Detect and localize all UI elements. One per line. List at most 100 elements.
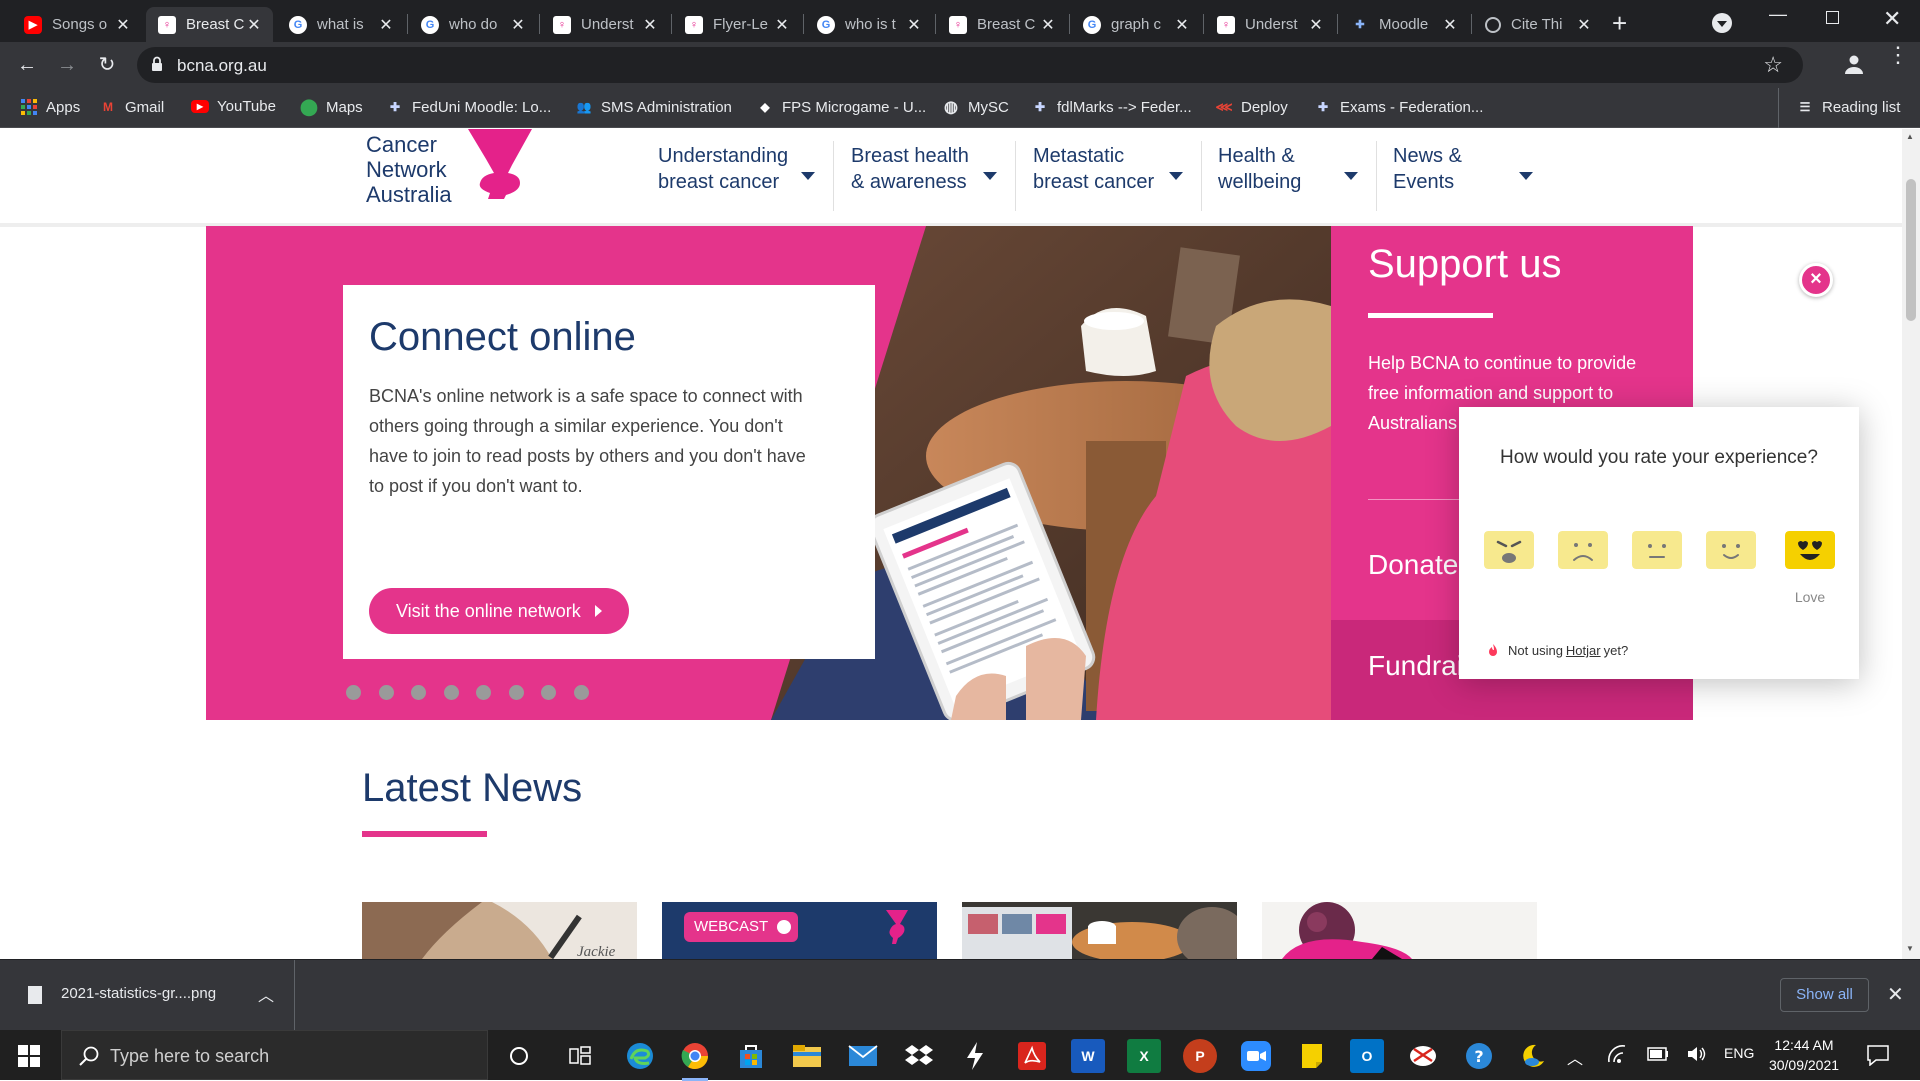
word-icon[interactable]: W — [1071, 1039, 1105, 1073]
back-arrow-icon[interactable]: ← — [13, 51, 41, 79]
rating-hate-emoji-icon[interactable] — [1484, 531, 1534, 569]
reload-icon[interactable]: ↻ — [93, 51, 121, 79]
carousel-dot[interactable] — [476, 685, 491, 700]
site-logo[interactable]: Cancer Network Australia — [366, 132, 452, 207]
microsoft-store-icon[interactable] — [734, 1039, 768, 1073]
help-icon[interactable]: ? — [1462, 1039, 1496, 1073]
profile-avatar-icon[interactable] — [1843, 53, 1865, 75]
visit-online-network-button[interactable]: Visit the online network — [369, 588, 629, 634]
snipping-tool-icon[interactable] — [1406, 1039, 1440, 1073]
close-icon[interactable]: ✕ — [1575, 15, 1593, 35]
show-all-downloads-button[interactable]: Show all — [1780, 978, 1869, 1012]
chevron-up-icon[interactable]: ︿ — [258, 982, 274, 1006]
news-card-image[interactable]: Jackie — [362, 902, 637, 959]
address-bar[interactable]: bcna.org.au ☆ — [137, 47, 1803, 83]
close-icon[interactable]: ✕ — [509, 15, 527, 35]
rating-love-emoji-icon[interactable] — [1785, 531, 1835, 569]
close-icon[interactable]: ✕ — [377, 15, 395, 35]
close-icon[interactable]: ✕ — [1039, 15, 1057, 35]
carousel-dot[interactable] — [573, 685, 589, 700]
language-indicator[interactable]: ENG — [1724, 1045, 1754, 1061]
news-card-image[interactable] — [1262, 902, 1537, 959]
forward-arrow-icon[interactable]: → — [53, 51, 81, 79]
bookmark-fps-microgame[interactable]: ◆ FPS Microgame - U... — [756, 98, 926, 116]
carousel-dot[interactable] — [378, 685, 394, 700]
donate-link[interactable]: Donate — [1368, 549, 1458, 581]
volume-icon[interactable] — [1686, 1045, 1708, 1063]
powerpoint-icon[interactable]: P — [1183, 1039, 1217, 1073]
outlook-icon[interactable]: O — [1350, 1039, 1384, 1073]
tab-who-is[interactable]: G who is t ✕ — [805, 7, 933, 42]
bookmark-gmail[interactable]: M Gmail — [99, 98, 164, 116]
bookmark-exams-federation[interactable]: ✚ Exams - Federation... — [1314, 98, 1483, 116]
carousel-dot[interactable] — [443, 685, 459, 700]
dropbox-icon[interactable] — [902, 1039, 936, 1073]
bookmark-mysc[interactable]: ◍ MySC — [942, 98, 1009, 117]
tab-understanding-2[interactable]: ♀ Underst ✕ — [1205, 7, 1335, 42]
nav-breast-health-awareness[interactable]: Breast health & awareness — [851, 143, 969, 195]
hotjar-link[interactable]: Hotjar — [1566, 643, 1601, 658]
zoom-icon[interactable] — [1239, 1039, 1273, 1073]
nav-health-wellbeing[interactable]: Health & wellbeing — [1218, 143, 1301, 195]
carousel-dot[interactable] — [508, 685, 524, 700]
close-icon[interactable]: ✕ — [1173, 15, 1191, 35]
menu-kebab-icon[interactable]: ⋮ — [1887, 44, 1909, 66]
nav-news-events[interactable]: News & Events — [1393, 143, 1462, 195]
cortana-icon[interactable] — [502, 1039, 536, 1073]
nav-metastatic-breast-cancer[interactable]: Metastatic breast cancer — [1033, 143, 1154, 195]
feedback-close-button[interactable]: × — [1799, 263, 1833, 297]
rating-neutral-emoji-icon[interactable] — [1632, 531, 1682, 569]
tab-graph[interactable]: G graph c ✕ — [1071, 7, 1201, 42]
tab-cite-this[interactable]: Cite Thi ✕ — [1473, 7, 1603, 42]
bookmark-fdlmarks[interactable]: ✚ fdlMarks --> Feder... — [1031, 98, 1192, 116]
wifi-icon[interactable] — [1606, 1045, 1628, 1063]
tab-what-is[interactable]: G what is ✕ — [277, 7, 405, 42]
excel-icon[interactable]: X — [1127, 1039, 1161, 1073]
bookmark-youtube[interactable]: ▶ YouTube — [191, 98, 276, 115]
bookmark-deploy[interactable]: ⋘ Deploy — [1215, 98, 1287, 116]
lightning-app-icon[interactable] — [958, 1039, 992, 1073]
mail-icon[interactable] — [846, 1039, 880, 1073]
night-weather-icon[interactable] — [1516, 1039, 1550, 1073]
file-explorer-icon[interactable] — [790, 1039, 824, 1073]
reading-list-button[interactable]: ☰ Reading list — [1796, 98, 1901, 116]
bookmark-maps[interactable]: ⬤ Maps — [300, 98, 363, 117]
news-card-webcast[interactable]: WEBCAST — [662, 902, 937, 959]
close-icon[interactable]: ✕ — [905, 15, 923, 35]
rating-dislike-emoji-icon[interactable] — [1558, 531, 1608, 569]
tab-search-icon[interactable] — [1712, 13, 1732, 33]
battery-icon[interactable] — [1647, 1047, 1669, 1061]
page-scrollbar[interactable]: ▲ ▼ — [1902, 129, 1920, 959]
task-view-icon[interactable] — [563, 1039, 597, 1073]
scrollbar-thumb[interactable] — [1906, 179, 1916, 321]
system-clock[interactable]: 12:44 AM 30/09/2021 — [1759, 1035, 1849, 1075]
new-tab-plus-icon[interactable]: + — [1612, 8, 1627, 39]
chevron-down-icon[interactable] — [983, 172, 997, 180]
minimize-icon[interactable]: — — [1769, 4, 1787, 25]
close-icon[interactable]: ✕ — [773, 15, 791, 35]
bookmark-feduni-moodle[interactable]: ✚ FedUni Moodle: Lo... — [386, 98, 551, 116]
adobe-acrobat-icon[interactable] — [1015, 1039, 1049, 1073]
close-icon[interactable]: ✕ — [114, 15, 132, 35]
tab-who-do[interactable]: G who do ✕ — [409, 7, 537, 42]
windows-start-icon[interactable] — [18, 1045, 40, 1067]
close-icon[interactable]: ✕ — [1307, 15, 1325, 35]
download-item[interactable]: 2021-statistics-gr....png ︿ — [0, 960, 295, 1031]
tab-moodle[interactable]: ✚ Moodle ✕ — [1339, 7, 1469, 42]
notifications-icon[interactable] — [1866, 1044, 1890, 1066]
tab-songs[interactable]: ▶ Songs o ✕ — [12, 7, 142, 42]
scroll-down-arrow-icon[interactable]: ▼ — [1906, 944, 1914, 953]
tab-breast-cancer-active[interactable]: ♀ Breast C ✕ — [146, 7, 273, 42]
tab-breast-cancer[interactable]: ♀ Breast C ✕ — [937, 7, 1067, 42]
chevron-down-icon[interactable] — [801, 172, 815, 180]
news-card-image[interactable] — [962, 902, 1237, 959]
carousel-dot[interactable] — [411, 685, 426, 700]
chevron-down-icon[interactable] — [1169, 172, 1183, 180]
edge-icon[interactable] — [623, 1039, 657, 1073]
chevron-down-icon[interactable] — [1519, 172, 1533, 180]
close-icon[interactable]: ✕ — [641, 15, 659, 35]
bookmark-star-icon[interactable]: ☆ — [1763, 52, 1783, 78]
restore-icon[interactable] — [1826, 11, 1839, 24]
bookmark-sms-admin[interactable]: 👥 SMS Administration — [575, 98, 732, 116]
rating-like-emoji-icon[interactable] — [1706, 531, 1756, 569]
